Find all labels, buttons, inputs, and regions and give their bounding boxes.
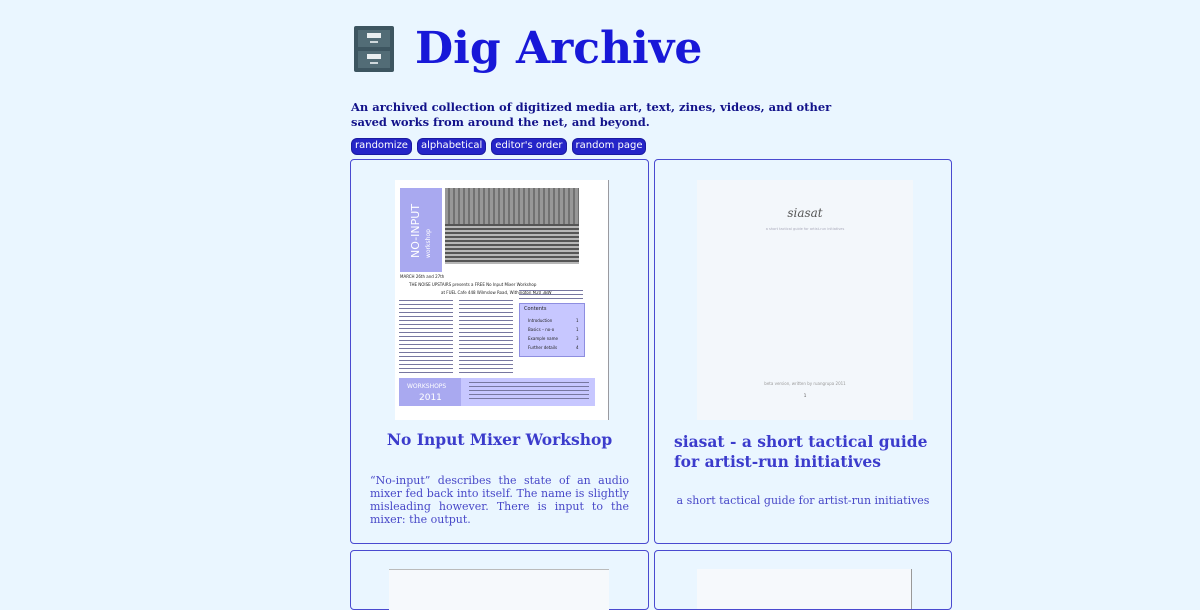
site-intro: An archived collection of digitized medi… [351,100,832,129]
archive-card[interactable]: siasat a short tactical guide for artist… [654,159,952,544]
poster-footer-year: 2011 [419,393,442,403]
poster-contents-item: Basics – no-o [528,327,555,332]
poster-contents-title: Contents [524,306,547,312]
poster-dates: MARCH 26th and 27th [400,274,445,279]
filing-cabinet-icon [354,26,394,72]
poster-contents-item: Introduction [528,318,553,323]
random-page-button[interactable]: random page [571,138,647,155]
poster-vertical-title: NO-INPUT [409,203,422,258]
poster-footer-label: WORKSHOPS [407,383,447,390]
card-thumbnail[interactable]: siasat a short tactical guide for artist… [697,180,913,420]
poster-footer: WORKSHOPS 2011 [399,378,595,406]
doc-title: siasat [787,206,823,220]
card-title[interactable]: siasat - a short tactical guide for arti… [674,432,934,472]
doc-page-number: 1 [803,394,807,399]
alphabetical-button[interactable]: alphabetical [416,138,487,155]
poster-title-block: NO-INPUT workshop [400,188,442,272]
card-thumbnail[interactable] [389,569,609,610]
poster-contents-item: Further details [528,345,558,350]
card-thumbnail[interactable]: NO-INPUT workshop MARCH 26th and 27th TH… [395,180,609,420]
card-description: a short tactical guide for artist-run in… [676,494,930,507]
poster-contents-page: 1 [576,318,579,323]
archive-card[interactable] [654,550,952,610]
doc-subtitle: a short tactical guide for artist-run in… [765,227,845,231]
card-thumbnail[interactable] [697,569,912,609]
archive-card[interactable] [350,550,649,610]
poster-headline: THE NOISE UPSTAIRS presents a FREE No In… [409,282,537,287]
randomize-button[interactable]: randomize [351,138,412,155]
poster-contents-page: 4 [576,345,579,350]
poster-contents-box: Contents Introduction 1 Basics – no-o 1 … [519,303,585,357]
poster-vertical-sub: workshop [425,229,432,258]
poster-contents-page: 3 [576,336,579,341]
site-header: Dig Archive [353,22,702,76]
editors-order-button[interactable]: editor's order [491,138,567,155]
sort-bar: randomize alphabetical editor's order ra… [351,138,647,155]
poster-contents-page: 1 [576,327,579,332]
poster-mixer-photo [445,188,579,264]
site-title: Dig Archive [415,23,703,74]
card-description: “No-input” describes the state of an aud… [370,474,629,526]
poster-contents-item: Example name [528,336,558,341]
card-title[interactable]: No Input Mixer Workshop [351,430,648,450]
archive-card[interactable]: NO-INPUT workshop MARCH 26th and 27th TH… [350,159,649,544]
doc-footer: beta version, written by ruangrupa 2011 [764,381,846,386]
